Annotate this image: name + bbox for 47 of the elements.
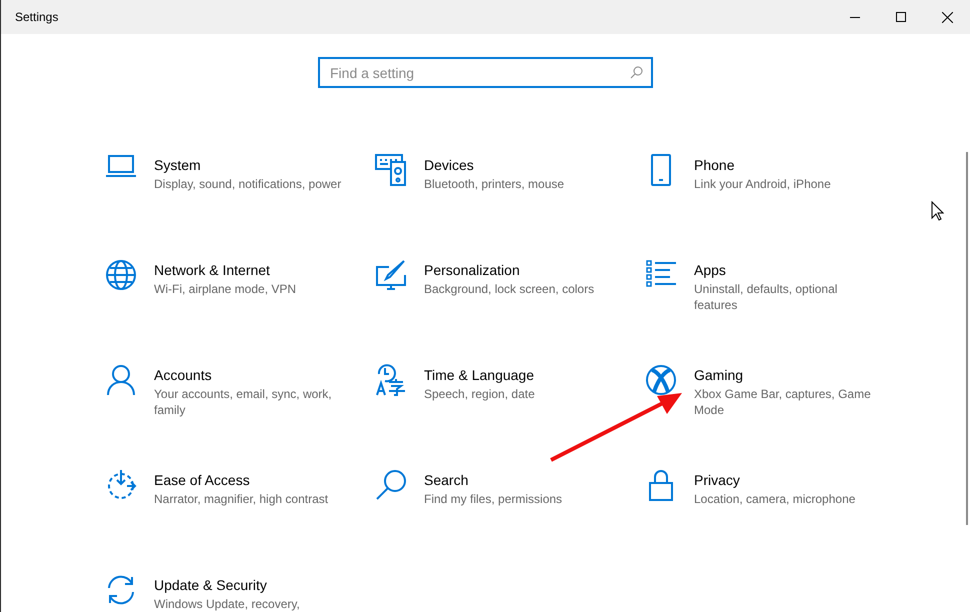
globe-icon	[105, 259, 137, 291]
category-description: Link your Android, iPhone	[694, 176, 832, 192]
category-description: Location, camera, microphone	[694, 491, 856, 507]
category-description: Xbox Game Bar, captures, Game Mode	[694, 386, 872, 418]
category-description: Wi-Fi, airplane mode, VPN	[154, 281, 298, 297]
person-icon	[106, 364, 136, 396]
laptop-icon	[105, 154, 137, 178]
close-icon	[942, 12, 952, 22]
category-title[interactable]: Network & Internet	[154, 261, 349, 279]
scrollbar[interactable]	[966, 152, 968, 525]
category-title[interactable]: Accounts	[154, 366, 349, 384]
window-title: Settings	[14, 10, 60, 24]
xbox-logo-icon	[645, 364, 677, 396]
category-title[interactable]: System	[154, 156, 349, 174]
category-description: Your accounts, email, sync, work, family	[154, 386, 333, 418]
category-description: Display, sound, notifications, power	[154, 176, 342, 192]
category-description: Background, lock screen, colors	[424, 281, 596, 297]
category-title[interactable]: Personalization	[424, 261, 619, 279]
list-icon	[645, 259, 677, 289]
category-title[interactable]: Ease of Access	[154, 471, 349, 489]
category-description: Uninstall, defaults, optional features	[694, 281, 838, 313]
minimize-icon	[850, 16, 860, 18]
ease-of-access-icon	[105, 469, 137, 501]
search-field[interactable]: Find a setting	[318, 57, 653, 88]
mouse-cursor-icon	[931, 201, 944, 221]
category-description: Find my files, permissions	[424, 491, 564, 507]
category-title[interactable]: Search	[424, 471, 619, 489]
category-title[interactable]: Apps	[694, 261, 883, 279]
category-title[interactable]: Phone	[694, 156, 883, 174]
category-title[interactable]: Devices	[424, 156, 619, 174]
phone-icon	[650, 154, 672, 186]
monitor-brush-icon	[375, 259, 407, 291]
category-description: Bluetooth, printers, mouse	[424, 176, 566, 192]
keyboard-speaker-icon	[375, 154, 407, 186]
category-description: Speech, region, date	[424, 386, 536, 402]
clock-letters-icon	[375, 364, 407, 396]
category-title[interactable]: Gaming	[694, 366, 883, 384]
search-icon	[375, 469, 407, 501]
sync-arrows-icon	[105, 574, 137, 606]
category-title[interactable]: Time & Language	[424, 366, 619, 384]
category-title[interactable]: Privacy	[694, 471, 883, 489]
category-description: Windows Update, recovery,	[154, 596, 301, 612]
maximize-icon	[896, 12, 906, 22]
category-description: Narrator, magnifier, high contrast	[154, 491, 330, 507]
category-title[interactable]: Update & Security	[154, 576, 349, 594]
padlock-icon	[649, 469, 673, 501]
search-icon	[630, 66, 643, 79]
